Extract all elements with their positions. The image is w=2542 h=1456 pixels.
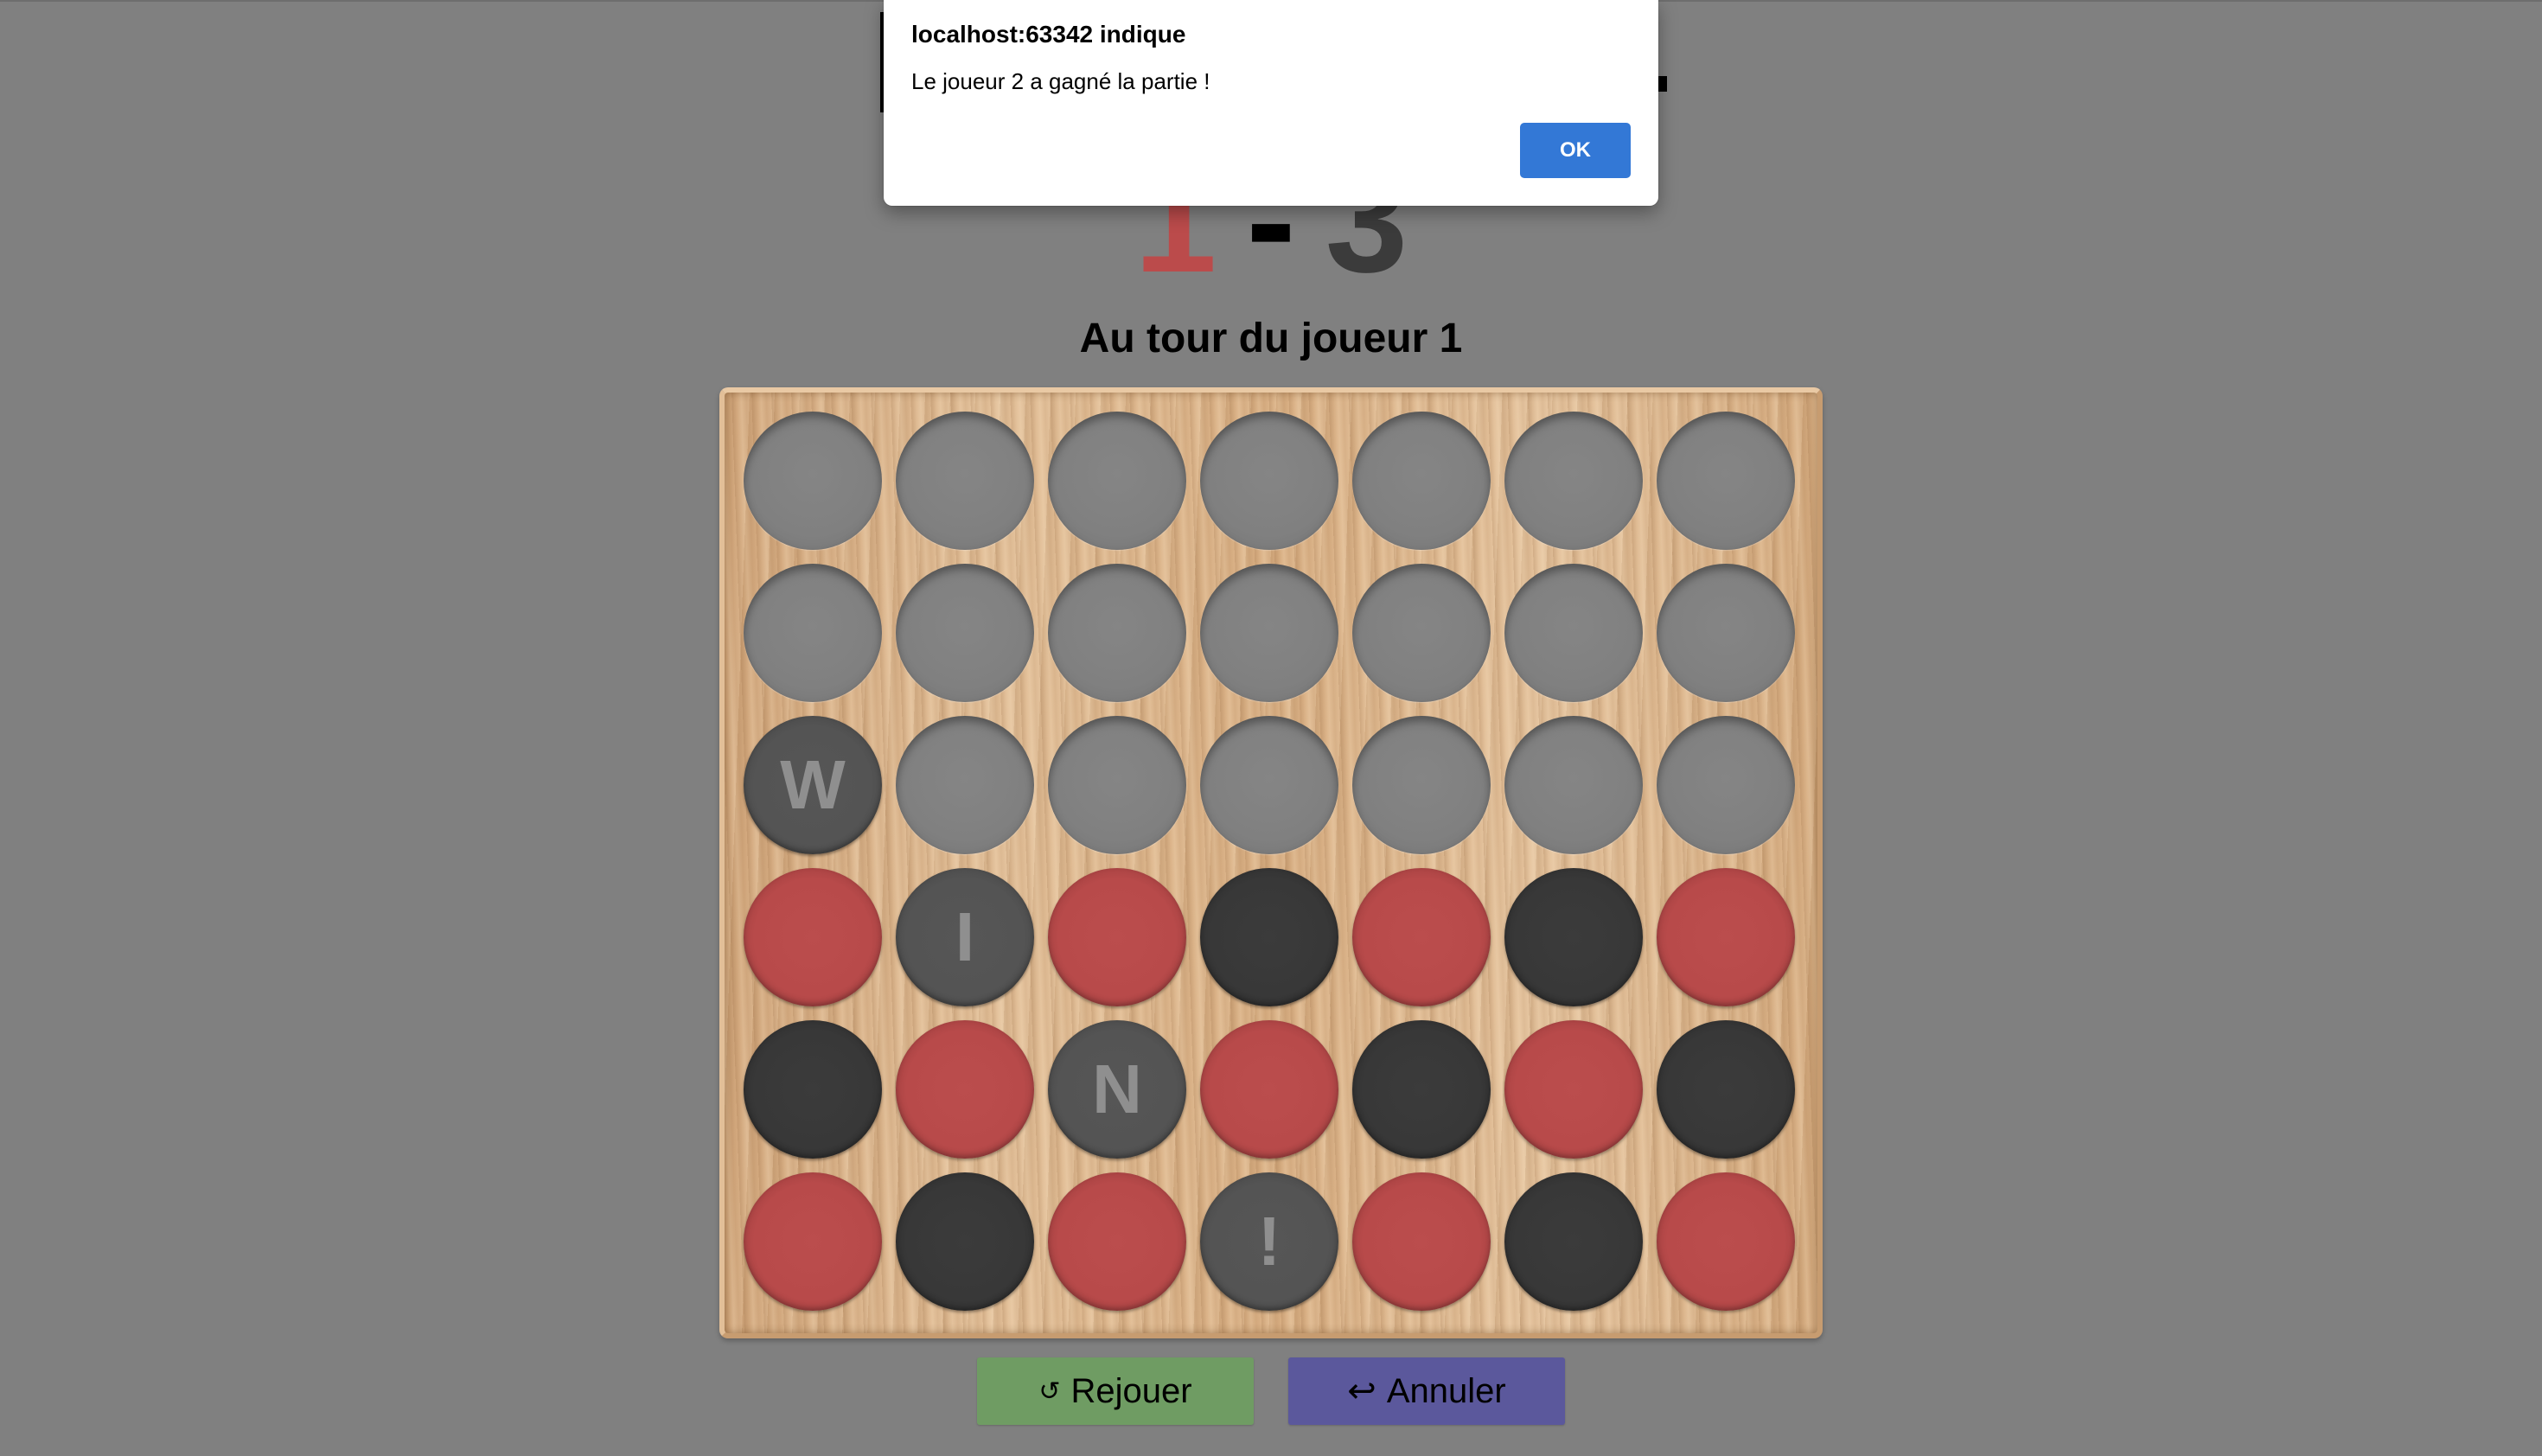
board-cell-r4-c7[interactable] — [1657, 868, 1795, 1006]
board-cell-r2-c2[interactable] — [896, 564, 1034, 702]
board-cell-r1-c7[interactable] — [1657, 412, 1795, 550]
board-cell-r6-c4[interactable]: ! — [1200, 1172, 1338, 1311]
board-cell-r5-c4[interactable] — [1200, 1020, 1338, 1159]
board-cell-r4-c6[interactable] — [1504, 868, 1643, 1006]
board-cell-r5-c2[interactable] — [896, 1020, 1034, 1159]
board-cell-r1-c1[interactable] — [744, 412, 882, 550]
board-cell-r1-c4[interactable] — [1200, 412, 1338, 550]
board-cell-r6-c1[interactable] — [744, 1172, 882, 1311]
board-cell-r2-c3[interactable] — [1048, 564, 1186, 702]
replay-icon: ↺ — [1038, 1376, 1061, 1407]
board-cell-r6-c2[interactable] — [896, 1172, 1034, 1311]
board-cell-r4-c3[interactable] — [1048, 868, 1186, 1006]
undo-button-label: Annuler — [1386, 1371, 1506, 1410]
board-cell-r2-c5[interactable] — [1352, 564, 1491, 702]
board-cell-r1-c3[interactable] — [1048, 412, 1186, 550]
board-cell-r3-c1[interactable]: W — [744, 716, 882, 854]
board-cell-r2-c7[interactable] — [1657, 564, 1795, 702]
board-cell-r3-c6[interactable] — [1504, 716, 1643, 854]
board-cell-r3-c2[interactable] — [896, 716, 1034, 854]
board-cell-r6-c6[interactable] — [1504, 1172, 1643, 1311]
game-board: W I N! — [719, 387, 1823, 1338]
alert-message: Le joueur 2 a gagné la partie ! — [911, 68, 1210, 94]
board-cell-r1-c2[interactable] — [896, 412, 1034, 550]
board-cell-r6-c5[interactable] — [1352, 1172, 1491, 1311]
board-cell-r6-c7[interactable] — [1657, 1172, 1795, 1311]
board-cell-r3-c4[interactable] — [1200, 716, 1338, 854]
board-cell-r5-c3[interactable]: N — [1048, 1020, 1186, 1159]
board-cell-r2-c6[interactable] — [1504, 564, 1643, 702]
board-cell-r4-c2[interactable]: I — [896, 868, 1034, 1006]
alert-title: localhost:63342 indique — [911, 21, 1186, 48]
board-cell-r3-c7[interactable] — [1657, 716, 1795, 854]
replay-button-label: Rejouer — [1070, 1371, 1192, 1410]
board-cell-r1-c5[interactable] — [1352, 412, 1491, 550]
board-cell-r6-c3[interactable] — [1048, 1172, 1186, 1311]
board-cell-r5-c5[interactable] — [1352, 1020, 1491, 1159]
board-cell-r3-c3[interactable] — [1048, 716, 1186, 854]
board-cell-r4-c1[interactable] — [744, 868, 882, 1006]
alert-ok-button[interactable]: OK — [1520, 123, 1631, 178]
replay-button[interactable]: ↺ Rejouer — [977, 1357, 1254, 1425]
board-cell-r2-c1[interactable] — [744, 564, 882, 702]
undo-button[interactable]: ↩ Annuler — [1288, 1357, 1565, 1425]
board-cell-r3-c5[interactable] — [1352, 716, 1491, 854]
board-cell-r5-c7[interactable] — [1657, 1020, 1795, 1159]
board-cell-r4-c5[interactable] — [1352, 868, 1491, 1006]
board-cell-r2-c4[interactable] — [1200, 564, 1338, 702]
board-cell-r5-c6[interactable] — [1504, 1020, 1643, 1159]
board-cell-r1-c6[interactable] — [1504, 412, 1643, 550]
alert-dialog: localhost:63342 indique Le joueur 2 a ga… — [884, 0, 1658, 206]
board-cell-r4-c4[interactable] — [1200, 868, 1338, 1006]
undo-icon: ↩ — [1347, 1371, 1376, 1411]
board-cell-r5-c1[interactable] — [744, 1020, 882, 1159]
turn-indicator: Au tour du joueur 1 — [1079, 316, 1463, 361]
